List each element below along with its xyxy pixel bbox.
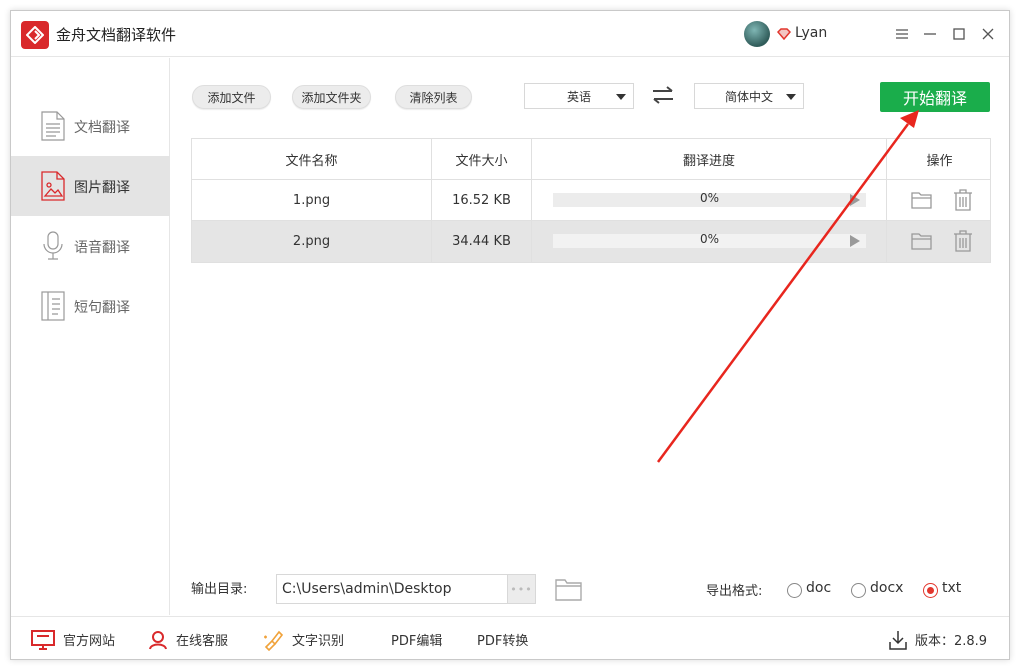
ocr-label: 文字识别 bbox=[292, 634, 345, 649]
actions-cell bbox=[887, 221, 992, 262]
pdf-edit-label: PDF编辑 bbox=[391, 634, 443, 649]
sidebar: 文档翻译 图片翻译 语音翻译 短句翻译 bbox=[11, 58, 170, 615]
download-icon bbox=[889, 630, 907, 650]
format-txt-radio[interactable] bbox=[923, 583, 938, 598]
add-folder-button[interactable]: 添加文件夹 bbox=[292, 85, 371, 109]
format-docx-label[interactable]: docx bbox=[870, 580, 903, 596]
pdf-convert-link[interactable]: PDF转换 bbox=[477, 617, 529, 659]
chevron-down-icon bbox=[786, 94, 796, 100]
vip-diamond-icon bbox=[776, 25, 792, 44]
online-support-link[interactable]: 在线客服 bbox=[148, 617, 229, 659]
file-size: 16.52 KB bbox=[432, 180, 532, 221]
online-support-label: 在线客服 bbox=[176, 634, 229, 649]
pdf-edit-link[interactable]: PDF编辑 bbox=[391, 617, 443, 659]
format-doc-label[interactable]: doc bbox=[806, 580, 831, 596]
open-folder-icon[interactable] bbox=[911, 190, 933, 214]
header-filesize: 文件大小 bbox=[432, 139, 532, 180]
app-logo-icon bbox=[21, 21, 49, 49]
output-dir-label: 输出目录: bbox=[191, 582, 248, 597]
image-icon bbox=[40, 171, 66, 201]
file-table: 文件名称 文件大小 翻译进度 操作 1.png 16.52 KB 0% 2.pn… bbox=[191, 138, 991, 263]
progress-text: 0% bbox=[699, 232, 720, 246]
progress-bar: 0% bbox=[553, 191, 866, 207]
delete-icon[interactable] bbox=[953, 230, 973, 256]
pdf-convert-label: PDF转换 bbox=[477, 634, 529, 649]
source-language-select[interactable]: 英语 bbox=[524, 83, 634, 109]
file-name: 2.png bbox=[192, 221, 432, 262]
sidebar-item-label: 短句翻译 bbox=[74, 300, 130, 316]
add-file-button[interactable]: 添加文件 bbox=[192, 85, 271, 109]
ocr-brush-icon bbox=[262, 629, 284, 651]
sidebar-item-label: 文档翻译 bbox=[74, 120, 130, 136]
header-actions: 操作 bbox=[926, 154, 953, 169]
format-doc-radio[interactable] bbox=[787, 583, 802, 598]
customer-service-icon bbox=[148, 630, 168, 650]
app-title: 金舟文档翻译软件 bbox=[56, 26, 177, 44]
browse-button[interactable]: ••• bbox=[507, 574, 536, 604]
progress-bar: 0% bbox=[553, 232, 866, 248]
delete-icon[interactable] bbox=[953, 189, 973, 215]
header-progress: 翻译进度 bbox=[532, 139, 887, 180]
target-language-value: 简体中文 bbox=[724, 89, 773, 104]
official-website-link[interactable]: 官方网站 bbox=[31, 617, 116, 659]
format-txt-label[interactable]: txt bbox=[942, 580, 961, 596]
actions-cell bbox=[887, 180, 992, 221]
play-icon[interactable] bbox=[850, 235, 860, 247]
footer-bar: 官方网站 在线客服 文字识别 PDF编辑 PDF转换 版本：2.8.9 bbox=[11, 616, 1009, 659]
swap-languages-icon[interactable] bbox=[651, 85, 675, 109]
sidebar-item-document[interactable]: 文档翻译 bbox=[11, 96, 170, 156]
output-path-field[interactable]: C:\Users\admin\Desktop bbox=[276, 574, 508, 604]
version-info[interactable]: 版本：2.8.9 bbox=[889, 617, 988, 659]
format-docx-radio[interactable] bbox=[851, 583, 866, 598]
open-folder-icon[interactable] bbox=[911, 231, 933, 255]
table-row[interactable]: 1.png 16.52 KB 0% bbox=[192, 180, 990, 221]
sidebar-item-voice[interactable]: 语音翻译 bbox=[11, 216, 170, 276]
user-avatar[interactable] bbox=[744, 21, 770, 47]
start-translation-button[interactable]: 开始翻译 bbox=[880, 82, 990, 112]
open-output-folder-icon[interactable] bbox=[555, 576, 583, 606]
export-format-label: 导出格式: bbox=[706, 584, 763, 599]
play-icon[interactable] bbox=[850, 194, 860, 206]
microphone-icon bbox=[40, 231, 66, 261]
file-name: 1.png bbox=[192, 180, 432, 221]
minimize-icon[interactable] bbox=[919, 23, 941, 45]
monitor-icon bbox=[31, 629, 55, 650]
username[interactable]: Lyan bbox=[795, 25, 827, 41]
document-icon bbox=[40, 111, 66, 141]
progress-text: 0% bbox=[699, 191, 720, 205]
target-language-select[interactable]: 简体中文 bbox=[694, 83, 804, 109]
ocr-link[interactable]: 文字识别 bbox=[262, 617, 345, 659]
sentence-icon bbox=[40, 291, 66, 321]
progress-cell: 0% bbox=[532, 221, 887, 262]
header-filename: 文件名称 bbox=[192, 139, 432, 180]
sidebar-item-label: 语音翻译 bbox=[74, 240, 130, 256]
official-website-label: 官方网站 bbox=[63, 634, 116, 649]
clear-list-button[interactable]: 清除列表 bbox=[395, 85, 472, 109]
sidebar-item-image[interactable]: 图片翻译 bbox=[11, 156, 170, 216]
file-size: 34.44 KB bbox=[432, 221, 532, 262]
table-header: 文件名称 文件大小 翻译进度 操作 bbox=[192, 139, 990, 180]
app-window: 金舟文档翻译软件 Lyan 文档翻译 图片翻译 语音翻译 短句翻译 添加文件 添… bbox=[10, 10, 1010, 660]
sidebar-item-label: 图片翻译 bbox=[74, 180, 130, 196]
chevron-down-icon bbox=[616, 94, 626, 100]
source-language-value: 英语 bbox=[566, 89, 591, 104]
progress-cell: 0% bbox=[532, 180, 887, 221]
version-label: 版本：2.8.9 bbox=[915, 634, 988, 649]
title-bar: 金舟文档翻译软件 Lyan bbox=[11, 11, 1009, 57]
table-row[interactable]: 2.png 34.44 KB 0% bbox=[192, 221, 990, 262]
sidebar-item-sentence[interactable]: 短句翻译 bbox=[11, 276, 170, 336]
maximize-icon[interactable] bbox=[948, 23, 970, 45]
close-icon[interactable] bbox=[977, 23, 999, 45]
menu-icon[interactable] bbox=[891, 23, 913, 45]
